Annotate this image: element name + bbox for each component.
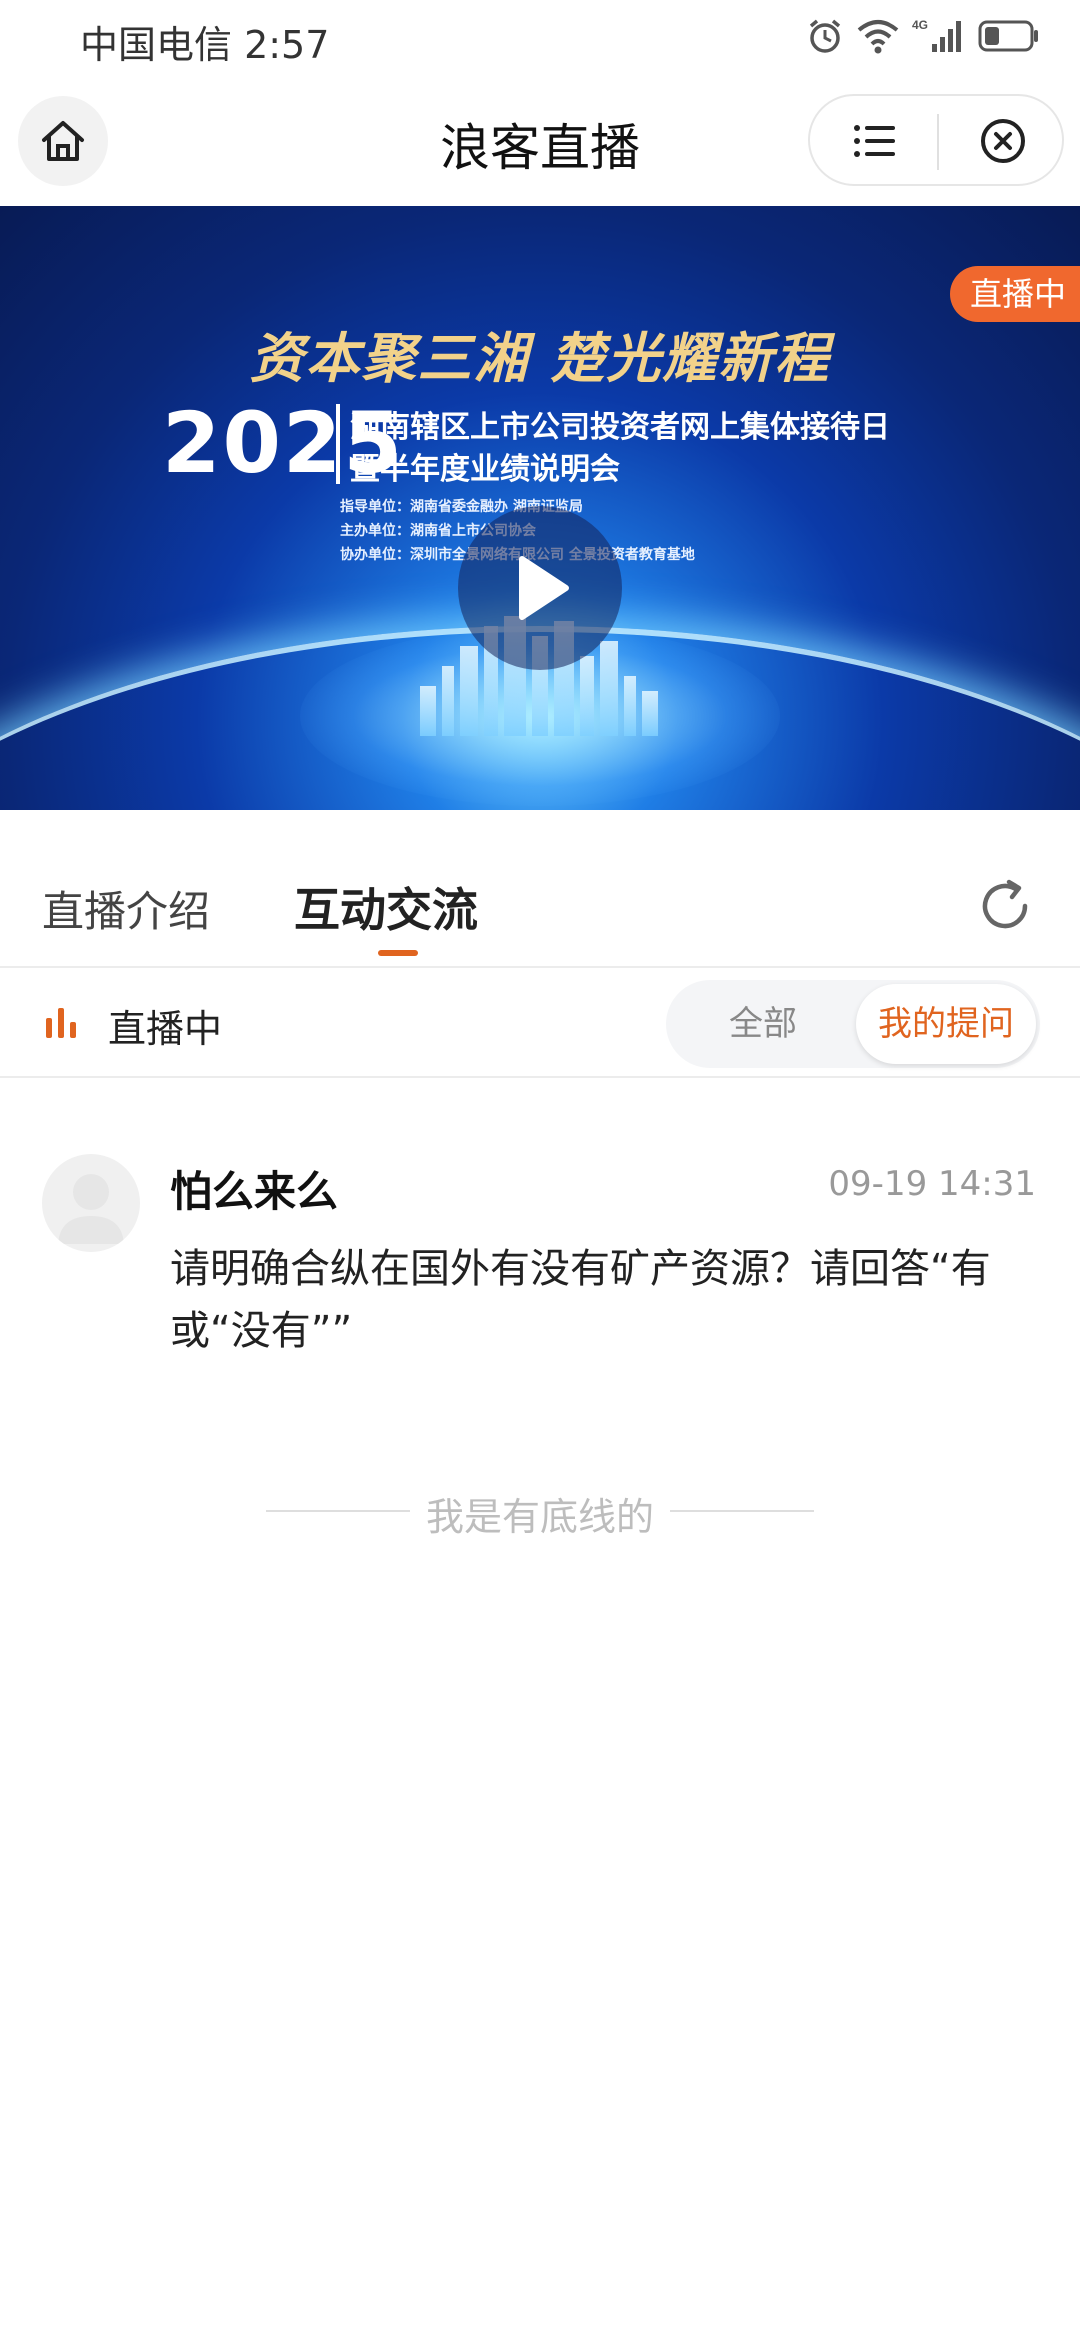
filter-all-button[interactable]: 全部 [666,980,860,1068]
4g-signal-icon: 4G [912,18,961,52]
list-end-indicator: 我是有底线的 [0,1480,1080,1540]
play-icon [519,556,569,620]
close-circle-icon [981,119,1025,163]
user-placeholder-icon [58,1174,124,1244]
wifi-icon [857,20,899,54]
menu-button[interactable] [840,112,910,170]
play-button[interactable] [458,506,622,670]
banner-headline-2: 暨半年度业绩说明会 [350,452,620,487]
content-tabs: 直播介绍 互动交流 [0,810,1080,968]
live-status-badge: 直播中 [949,266,1080,322]
banner-slogan: 资本聚三湘 楚光耀新程 [249,326,831,390]
comment-timestamp: 09-19 14:31 [828,1164,1036,1204]
active-tab-indicator [378,950,418,956]
home-button[interactable] [18,96,108,186]
close-button[interactable] [968,112,1038,170]
alarm-icon [809,19,841,53]
filter-bar: 直播中 全部 我的提问 [0,968,1080,1078]
capsule-divider [937,114,939,170]
status-bar: 中国电信 2:57 4G [0,0,1080,80]
list-end-text: 我是有底线的 [425,1495,654,1539]
filter-my-questions-button[interactable]: 我的提问 [856,984,1036,1064]
avatar[interactable] [42,1154,140,1252]
live-video-banner[interactable]: 资本聚三湘 楚光耀新程 2025 湖南辖区上市公司投资者网上集体接待日 暨半年度… [0,206,1080,810]
network-type-label: 4G [912,18,928,32]
live-status-text: 直播中 [108,1007,223,1051]
carrier-time: 中国电信 2:57 [80,23,330,67]
comment-text: 请明确合纵在国外有没有矿产资源？请回答“有或“没有”” [170,1246,991,1354]
menu-icon [854,125,895,157]
question-filter-toggle: 全部 我的提问 [666,980,1040,1068]
banner-divider [336,404,340,484]
status-icons: 4G [806,16,1040,56]
battery-icon [978,20,1038,52]
live-bars-icon [46,1008,76,1038]
comment-username: 怕么来么 [170,1167,339,1216]
list-item: 怕么来么 09-19 14:31 请明确合纵在国外有没有矿产资源？请回答“有或“… [0,1078,1080,1378]
tab-live-intro[interactable]: 直播介绍 [42,878,210,939]
refresh-icon[interactable] [975,876,1035,936]
title-bar: 浪客直播 [0,80,1080,206]
mini-program-capsule [808,94,1064,186]
banner-headline-1: 湖南辖区上市公司投资者网上集体接待日 [350,410,890,445]
home-icon [42,121,84,161]
tab-interaction[interactable]: 互动交流 [294,874,478,940]
divider-right [670,1510,814,1512]
